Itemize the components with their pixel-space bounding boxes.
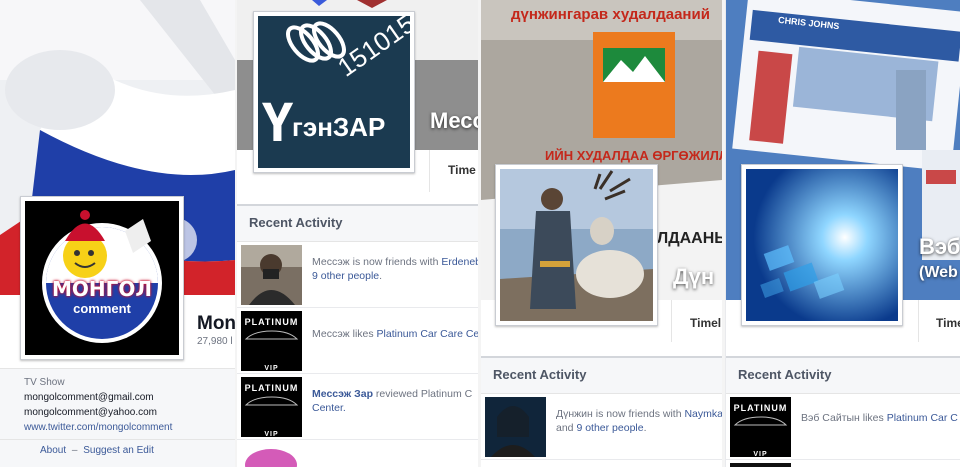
profile-picture[interactable]: 151015 Ү гэнЗАР xyxy=(253,11,415,173)
activity-desc: Вэб Сайтын likes xyxy=(801,412,887,424)
activity-desc-end: . xyxy=(379,270,383,282)
recent-activity-box: Recent Activity Дүнжин is now friends wi… xyxy=(481,357,722,460)
activity-desc: Дүнжин is now friends with xyxy=(556,408,685,420)
divider xyxy=(0,439,235,440)
page-name[interactable]: Mon xyxy=(197,313,235,335)
likes-count: 27,980 l xyxy=(197,336,233,347)
car-silhouette xyxy=(244,396,299,406)
activity-link[interactable]: Erdeneb xyxy=(441,256,478,268)
car-silhouette xyxy=(733,416,788,426)
about-links: About – Suggest an Edit xyxy=(40,445,154,456)
activity-desc: reviewed Platinum C xyxy=(372,388,473,400)
cover-subtitle: (Web xyxy=(919,264,958,281)
about-link[interactable]: About xyxy=(40,445,66,456)
activity-link[interactable]: Center. xyxy=(312,402,346,414)
activity-text: Мессэж Зар reviewed Platinum C Center. xyxy=(302,377,472,436)
activity-desc: and xyxy=(556,422,577,434)
panel-dunjingarav: дүнжингарав худалдааний ДҮНЖИНГАРАВ ИЙН … xyxy=(481,0,722,467)
partial-thumbnail xyxy=(245,449,297,467)
platinum-logo: PLATINUM xyxy=(244,383,299,393)
friend-photo xyxy=(485,397,546,457)
logo-word-comment: comment xyxy=(73,301,131,316)
separator: – xyxy=(71,445,78,456)
tab-divider xyxy=(671,300,672,342)
cover-side-text: ЛДААНЫ xyxy=(657,230,722,247)
activity-text: Мессэж likes Platinum Car Care Cen xyxy=(302,311,478,370)
email-yahoo[interactable]: mongolcomment@yahoo.com xyxy=(24,407,157,418)
activity-text: Мессэж is now friends with Erdeneb 9 oth… xyxy=(302,245,478,304)
tab-divider xyxy=(918,300,919,342)
herder-reindeer-photo xyxy=(500,169,653,321)
activity-link[interactable]: Platinum Car C xyxy=(887,412,958,424)
activity-desc: Мессэж is now friends with xyxy=(312,256,442,268)
activity-thumbnail[interactable] xyxy=(241,245,302,305)
activity-row[interactable] xyxy=(726,460,960,467)
activity-thumbnail[interactable]: PLATINUM VIP xyxy=(241,311,302,371)
activity-text: Дүнжин is now friends with Naymka and 9 … xyxy=(546,397,722,456)
vip-label: VIP xyxy=(264,431,279,437)
suggest-edit-link[interactable]: Suggest an Edit xyxy=(83,445,154,456)
tab-timeline[interactable]: Time xyxy=(448,163,476,177)
profile-picture[interactable] xyxy=(495,164,658,326)
activity-row[interactable]: Мессэж is now friends with Erdeneb 9 oth… xyxy=(237,242,478,308)
profile-collage: МОНГОЛ comment Mon 27,980 l TV Show mong… xyxy=(0,0,960,467)
platinum-logo: PLATINUM xyxy=(733,403,788,413)
profile-picture[interactable]: МОНГОЛ comment xyxy=(20,196,184,360)
web-abstract-image xyxy=(746,169,898,321)
cover-heading: дүнжингарав худалдааний xyxy=(511,6,710,23)
cover-name[interactable]: Месс xyxy=(430,108,478,134)
cover-subtext: ИЙН ХУДАЛДАА ӨРГӨЖИЛЛАГ xyxy=(545,148,722,163)
activity-desc-end: . xyxy=(643,422,647,434)
recent-activity-title: Recent Activity xyxy=(237,206,478,242)
twitter-link[interactable]: www.twitter.com/mongolcomment xyxy=(24,422,172,433)
cover-name[interactable]: Вэб xyxy=(919,234,960,260)
cover-logo-text: ДҮНЖИНГАРАВ xyxy=(607,75,661,82)
logo-word: гэнЗАР xyxy=(292,112,386,142)
activity-thumbnail[interactable] xyxy=(241,443,302,467)
activity-link-others[interactable]: 9 other people xyxy=(312,270,379,282)
tab-timeline[interactable]: Timel xyxy=(690,316,722,330)
panel-messej-zar: Месс Time 151015 Ү гэнЗАР Recent Activit… xyxy=(237,0,478,467)
recent-activity-box: Recent Activity Мессэж is now friends wi… xyxy=(237,205,478,467)
activity-link[interactable]: Platinum Car Care Cen xyxy=(377,328,478,340)
friend-photo xyxy=(241,245,302,305)
tab-timeline[interactable]: Time xyxy=(936,316,960,330)
panel-divider xyxy=(722,0,725,467)
platinum-logo: PLATINUM xyxy=(244,317,299,327)
activity-thumbnail[interactable] xyxy=(730,463,791,467)
activity-row[interactable]: Дүнжин is now friends with Naymka and 9 … xyxy=(481,394,722,460)
panel-web-site: CHRIS JOHNS Вэб (Web Time xyxy=(726,0,960,467)
activity-thumbnail[interactable]: PLATINUM VIP xyxy=(241,377,302,437)
activity-row[interactable]: PLATINUM VIP Мессэж likes Platinum Car C… xyxy=(237,308,478,374)
activity-text: Вэб Сайтын likes Platinum Car C xyxy=(791,397,958,456)
recent-activity-title: Recent Activity xyxy=(481,358,722,394)
panel-mongol-comment: МОНГОЛ comment Mon 27,980 l TV Show mong… xyxy=(0,0,235,467)
logo-word-mongol: МОНГОЛ xyxy=(52,277,152,301)
recent-activity-title: Recent Activity xyxy=(726,358,960,394)
email-gmail[interactable]: mongolcomment@gmail.com xyxy=(24,392,154,403)
activity-link[interactable]: Naymka xyxy=(684,408,722,420)
activity-row[interactable]: PLATINUM VIP Вэб Сайтын likes Platinum C… xyxy=(726,394,960,460)
page-category: TV Show xyxy=(24,377,65,388)
about-box: TV Show mongolcomment@gmail.com mongolco… xyxy=(0,368,235,467)
activity-row[interactable]: PLATINUM VIP Мессэж Зар reviewed Platinu… xyxy=(237,374,478,440)
activity-row[interactable] xyxy=(237,440,478,467)
logo-big-letter: Ү xyxy=(262,90,294,153)
recent-activity-box: Recent Activity PLATINUM VIP Вэб Сайтын … xyxy=(726,357,960,467)
tab-divider xyxy=(429,150,430,192)
car-silhouette xyxy=(244,330,299,340)
activity-desc: Мессэж likes xyxy=(312,328,377,340)
activity-actor[interactable]: Мессэж Зар xyxy=(312,388,373,400)
cover-name[interactable]: Дүн xyxy=(673,264,714,290)
vip-label: VIP xyxy=(753,451,768,457)
vip-label: VIP xyxy=(264,365,279,371)
activity-thumbnail[interactable] xyxy=(485,397,546,457)
activity-link-others[interactable]: 9 other people xyxy=(576,422,643,434)
profile-picture[interactable] xyxy=(741,164,903,326)
activity-thumbnail[interactable]: PLATINUM VIP xyxy=(730,397,791,457)
